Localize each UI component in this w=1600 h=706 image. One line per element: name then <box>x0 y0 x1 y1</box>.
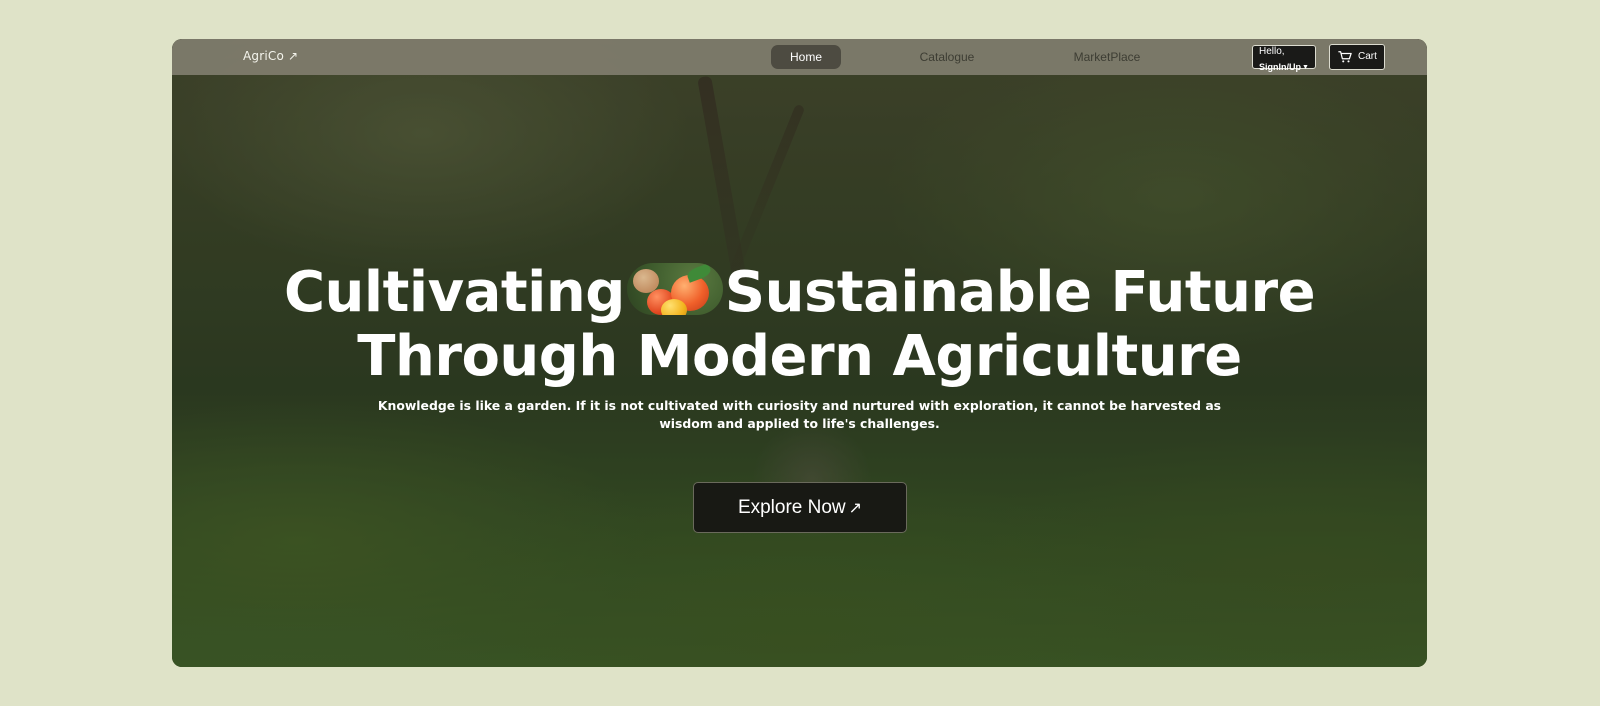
signin-button[interactable]: Hello, SignIn/Up▼ <box>1252 45 1316 72</box>
cart-label: Cart <box>1358 51 1377 62</box>
explore-now-label: Explore Now <box>737 497 846 518</box>
hero-title-line1: Cultivating Sustainable Future <box>172 261 1427 325</box>
hero-frame: AgriCo ↗ Home Catalogue MarketPlace Hell… <box>172 39 1427 667</box>
explore-now-button[interactable]: Explore Now ↗ <box>693 482 907 533</box>
logo-link[interactable]: AgriCo ↗ <box>243 49 298 63</box>
signin-label: SignIn/Up <box>1259 62 1301 72</box>
hero-subtitle: Knowledge is like a garden. If it is not… <box>377 398 1222 431</box>
hero-title-part2: Sustainable Future <box>724 260 1316 325</box>
nav-link-catalogue[interactable]: Catalogue <box>907 45 987 69</box>
hero-title-line2: Through Modern Agriculture <box>357 324 1242 389</box>
cart-button[interactable]: Cart <box>1329 44 1385 70</box>
navbar: AgriCo ↗ Home Catalogue MarketPlace Hell… <box>172 39 1427 75</box>
nav-link-home[interactable]: Home <box>771 45 841 69</box>
arrow-up-right-icon: ↗ <box>848 500 863 517</box>
signin-greeting: Hello, <box>1259 46 1285 57</box>
nav-link-marketplace[interactable]: MarketPlace <box>1062 45 1152 69</box>
chevron-down-icon: ▼ <box>1302 64 1309 71</box>
hero-title-part1: Cultivating <box>283 260 625 325</box>
shopping-cart-icon <box>1338 51 1352 63</box>
hero-title: Cultivating Sustainable Future Through Mo… <box>172 261 1427 389</box>
tomato-image <box>626 263 723 315</box>
